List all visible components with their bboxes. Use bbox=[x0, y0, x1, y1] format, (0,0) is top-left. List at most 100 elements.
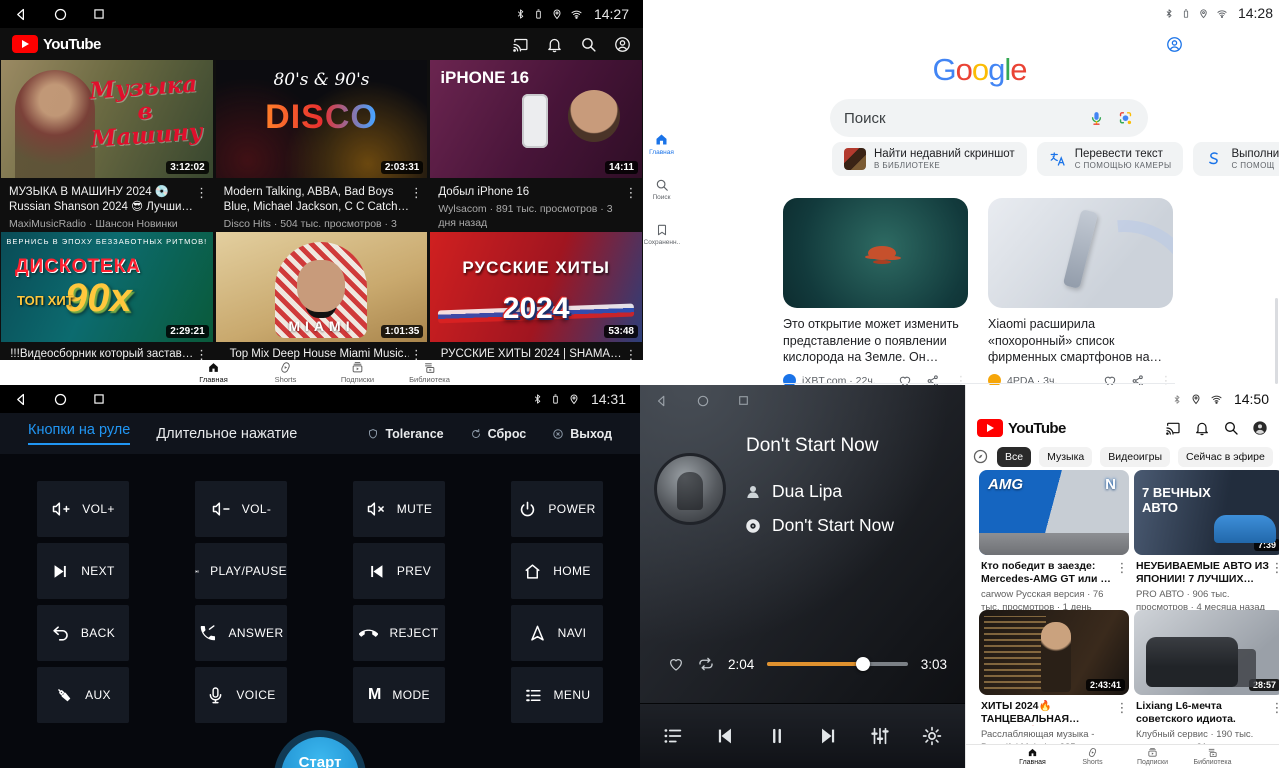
tolerance-button[interactable]: Tolerance bbox=[367, 427, 443, 441]
home-nav-icon[interactable] bbox=[53, 7, 68, 22]
scrollbar[interactable] bbox=[1275, 298, 1278, 384]
account-icon[interactable] bbox=[1166, 36, 1183, 53]
video-card[interactable]: MIAMI 1:01:35 Top Mix Deep House Miami M… bbox=[216, 232, 428, 363]
video-card[interactable]: AMG N 12:42 Кто победит в заезде: Merced… bbox=[979, 470, 1129, 610]
avatar[interactable] bbox=[614, 36, 631, 53]
key-navi[interactable]: NAVI bbox=[511, 605, 603, 661]
video-card[interactable]: ВЕРНИСЬ В ЭПОХУ БЕЗЗАБОТНЫХ РИТМОВ! ДИСК… bbox=[1, 232, 213, 363]
youtube-logo[interactable]: YouTube bbox=[977, 419, 1066, 437]
nav-library[interactable]: Библиотека bbox=[405, 361, 455, 384]
key-reject[interactable]: REJECT bbox=[353, 605, 445, 661]
video-card[interactable]: 80's & 90's DISCO 2:03:31 Modern Talking… bbox=[216, 60, 428, 232]
rail-search[interactable]: Поиск bbox=[643, 178, 680, 201]
feed-card[interactable]: Это открытие может изменить представлени… bbox=[783, 198, 968, 385]
queue-icon[interactable] bbox=[662, 725, 684, 747]
video-card[interactable]: Музыка вМашину 3:12:02 МУЗЫКА В МАШИНУ 2… bbox=[1, 60, 213, 232]
nav-library[interactable]: Библиотека bbox=[1191, 747, 1235, 766]
nav-home[interactable]: Главная bbox=[189, 361, 239, 384]
nav-subscriptions[interactable]: Подписки bbox=[333, 361, 383, 384]
video-card[interactable]: 7 ВЕЧНЫХ АВТО 7:39 НЕУБИВАЕМЫЕ АВТО ИЗ Я… bbox=[1134, 470, 1279, 610]
key-back[interactable]: BACK bbox=[37, 605, 129, 661]
rail-home[interactable]: Главная bbox=[643, 132, 680, 156]
explore-compass-icon[interactable] bbox=[972, 448, 989, 465]
video-thumbnail[interactable]: 80's & 90's DISCO 2:03:31 bbox=[216, 60, 428, 178]
video-thumbnail[interactable]: Музыка вМашину 3:12:02 bbox=[1, 60, 213, 178]
video-thumbnail[interactable]: ВЕРНИСЬ В ЭПОХУ БЕЗЗАБОТНЫХ РИТМОВ! ДИСК… bbox=[1, 232, 213, 342]
key-vol-minus[interactable]: VOL- bbox=[195, 481, 287, 537]
tab-wheel-keys[interactable]: Кнопки на руле bbox=[28, 422, 130, 445]
recents-nav-icon[interactable] bbox=[92, 392, 106, 407]
chip-homework[interactable]: Выполни С ПОМОЩ bbox=[1193, 142, 1279, 176]
exit-button[interactable]: Выход bbox=[552, 427, 612, 441]
video-card[interactable]: iPHONE 16 14:11 Добыл iPhone 16 Wylsacom… bbox=[430, 60, 642, 232]
more-options-icon[interactable]: ⋮ bbox=[1115, 560, 1129, 610]
more-options-icon[interactable]: ⋮ bbox=[624, 185, 638, 232]
video-thumbnail[interactable]: iPHONE 16 14:11 bbox=[430, 60, 642, 178]
chip-live[interactable]: Сейчас в эфире bbox=[1178, 447, 1273, 467]
key-menu[interactable]: MENU bbox=[511, 667, 603, 723]
next-track-icon[interactable] bbox=[817, 725, 839, 747]
previous-track-icon[interactable] bbox=[714, 725, 736, 747]
video-card[interactable]: 28:57 Lixiang L6-мечта советского идиота… bbox=[1134, 610, 1279, 750]
home-nav-icon[interactable] bbox=[53, 392, 68, 407]
video-thumbnail[interactable]: РУССКИЕ ХИТЫ 2024 53:48 bbox=[430, 232, 642, 342]
more-options-icon[interactable]: ⋮ bbox=[1270, 560, 1279, 610]
key-mute[interactable]: MUTE bbox=[353, 481, 445, 537]
rail-saved[interactable]: Сохраненн... bbox=[643, 223, 680, 246]
key-next[interactable]: NEXT bbox=[37, 543, 129, 599]
key-aux[interactable]: AUX bbox=[37, 667, 129, 723]
more-options-icon[interactable]: ⋮ bbox=[1115, 700, 1129, 750]
chip-music[interactable]: Музыка bbox=[1039, 447, 1092, 467]
back-nav-icon[interactable] bbox=[14, 7, 29, 22]
key-play-pause[interactable]: PLAY/PAUSE bbox=[195, 543, 287, 599]
key-home[interactable]: HOME bbox=[511, 543, 603, 599]
key-mode[interactable]: M MODE bbox=[353, 667, 445, 723]
search-bar[interactable]: Поиск bbox=[830, 99, 1148, 137]
nav-shorts[interactable]: Shorts bbox=[261, 361, 311, 384]
search-icon[interactable] bbox=[1223, 420, 1239, 436]
search-icon[interactable] bbox=[580, 36, 597, 53]
more-options-icon[interactable]: ⋮ bbox=[195, 185, 209, 232]
equalizer-icon[interactable] bbox=[869, 725, 891, 747]
video-thumbnail[interactable]: MIAMI 1:01:35 bbox=[216, 232, 428, 342]
recents-nav-icon[interactable] bbox=[92, 7, 106, 21]
search-input[interactable]: Поиск bbox=[844, 110, 1076, 127]
key-prev[interactable]: PREV bbox=[353, 543, 445, 599]
more-options-icon[interactable]: ⋮ bbox=[1270, 700, 1279, 750]
key-power[interactable]: POWER bbox=[511, 481, 603, 537]
avatar[interactable] bbox=[1252, 420, 1268, 436]
settings-icon[interactable] bbox=[921, 725, 943, 747]
home-nav-icon[interactable] bbox=[696, 394, 710, 408]
video-thumbnail[interactable]: 28:57 bbox=[1134, 610, 1279, 695]
mic-icon[interactable] bbox=[1088, 110, 1105, 127]
nav-home[interactable]: Главная bbox=[1011, 747, 1055, 766]
nav-subscriptions[interactable]: Подписки bbox=[1131, 747, 1175, 766]
back-nav-icon[interactable] bbox=[655, 394, 669, 408]
recents-nav-icon[interactable] bbox=[737, 394, 750, 408]
chip-find-screenshot[interactable]: Найти недавний скриншот В БИБЛИОТЕКЕ bbox=[832, 142, 1027, 176]
pause-icon[interactable] bbox=[766, 725, 788, 747]
cast-icon[interactable] bbox=[1165, 420, 1181, 436]
notifications-icon[interactable] bbox=[1194, 420, 1210, 436]
cast-icon[interactable] bbox=[512, 36, 529, 53]
seek-knob[interactable] bbox=[856, 657, 870, 671]
chip-all[interactable]: Все bbox=[997, 447, 1031, 467]
more-options-icon[interactable]: ⋮ bbox=[409, 185, 423, 232]
seek-bar[interactable] bbox=[767, 662, 907, 666]
video-thumbnail[interactable]: AMG N 12:42 bbox=[979, 470, 1129, 555]
repeat-icon[interactable] bbox=[697, 655, 715, 673]
key-voice[interactable]: VOICE bbox=[195, 667, 287, 723]
start-button[interactable]: Старт bbox=[281, 737, 359, 768]
video-thumbnail[interactable]: 2:43:41 bbox=[979, 610, 1129, 695]
favorite-icon[interactable] bbox=[668, 656, 684, 672]
youtube-logo[interactable]: YouTube bbox=[12, 35, 101, 53]
nav-shorts[interactable]: Shorts bbox=[1071, 747, 1115, 766]
key-answer[interactable]: ANSWER bbox=[195, 605, 287, 661]
video-card[interactable]: 2:43:41 ХИТЫ 2024🔥 ТАНЦЕВАЛЬНАЯ МУЗЫКА🔥 … bbox=[979, 610, 1129, 750]
chip-gaming[interactable]: Видеоигры bbox=[1100, 447, 1170, 467]
video-card[interactable]: РУССКИЕ ХИТЫ 2024 53:48 РУССКИЕ ХИТЫ 202… bbox=[430, 232, 642, 363]
notifications-icon[interactable] bbox=[546, 36, 563, 53]
tab-long-press[interactable]: Длительное нажатие bbox=[156, 426, 297, 442]
chip-translate[interactable]: Перевести текст С ПОМОЩЬЮ КАМЕРЫ bbox=[1037, 142, 1184, 176]
reset-button[interactable]: Сброс bbox=[470, 427, 527, 441]
